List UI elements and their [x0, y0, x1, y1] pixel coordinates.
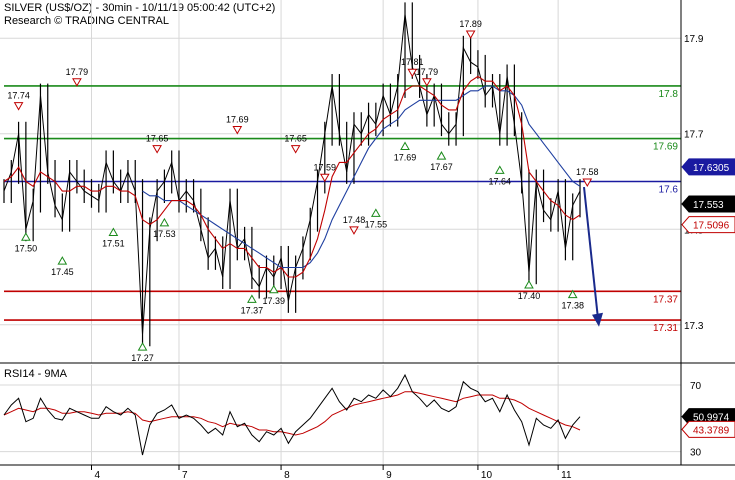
- price-tick-17.7: 17.7: [684, 130, 704, 141]
- low-label-1: 17.45: [51, 267, 74, 277]
- level-label-17.31: 17.31: [653, 323, 678, 334]
- high-label-4: 17.65: [284, 134, 307, 144]
- x-tick-label-10: 10: [481, 470, 493, 480]
- rsi-tag-label-1: 43.3789: [693, 425, 730, 436]
- high-label-5: 17.59: [314, 162, 337, 172]
- high-label-2: 17.65: [146, 134, 169, 144]
- x-tick-label-11: 11: [561, 470, 572, 480]
- price-tick-17.3: 17.3: [684, 321, 704, 332]
- price-tag-label-0: 17.6305: [693, 163, 730, 174]
- price-tag-label-2: 17.5096: [693, 221, 730, 232]
- low-label-9: 17.67: [430, 162, 453, 172]
- low-label-3: 17.53: [153, 229, 176, 239]
- high-label-9: 17.89: [459, 19, 482, 29]
- low-label-6: 17.39: [263, 296, 286, 306]
- low-label-10: 17.64: [489, 176, 512, 186]
- rsi-tick-70: 70: [690, 381, 702, 392]
- high-label-0: 17.74: [7, 91, 30, 101]
- low-label-7: 17.55: [365, 219, 388, 229]
- low-label-0: 17.50: [15, 243, 38, 253]
- x-tick-label-8: 8: [284, 470, 290, 480]
- level-label-17.6: 17.6: [659, 185, 679, 196]
- x-tick-label-9: 9: [386, 470, 392, 480]
- price-tag-label-1: 17.553: [693, 200, 724, 211]
- low-label-8: 17.69: [394, 153, 417, 163]
- rsi-tick-30: 30: [690, 448, 702, 459]
- low-label-12: 17.38: [561, 301, 584, 311]
- trading-chart: SILVER (US$/OZ) - 30min - 10/11/19 05:00…: [0, 0, 735, 480]
- x-tick-label-4: 4: [94, 470, 100, 480]
- low-label-4: 17.27: [131, 353, 154, 363]
- x-tick-label-7: 7: [182, 470, 188, 480]
- high-label-1: 17.79: [66, 67, 89, 77]
- rsi-title: RSI14 - 9MA: [4, 368, 68, 380]
- level-label-17.37: 17.37: [653, 294, 678, 305]
- level-label-17.8: 17.8: [659, 89, 679, 100]
- price-tick-17.9: 17.9: [684, 34, 704, 45]
- level-label-17.69: 17.69: [653, 142, 678, 153]
- high-label-10: 17.58: [576, 167, 599, 177]
- chart-title: SILVER (US$/OZ) - 30min - 10/11/19 05:00…: [4, 2, 275, 14]
- chart-subtitle: Research © TRADING CENTRAL: [4, 15, 169, 27]
- low-label-5: 17.37: [241, 305, 264, 315]
- low-label-11: 17.40: [518, 291, 541, 301]
- high-label-7: 17.81: [401, 57, 424, 67]
- high-label-8: 17.79: [416, 67, 439, 77]
- high-label-3: 17.69: [226, 115, 249, 125]
- low-label-2: 17.51: [102, 238, 125, 248]
- high-label-6: 17.48: [343, 215, 366, 225]
